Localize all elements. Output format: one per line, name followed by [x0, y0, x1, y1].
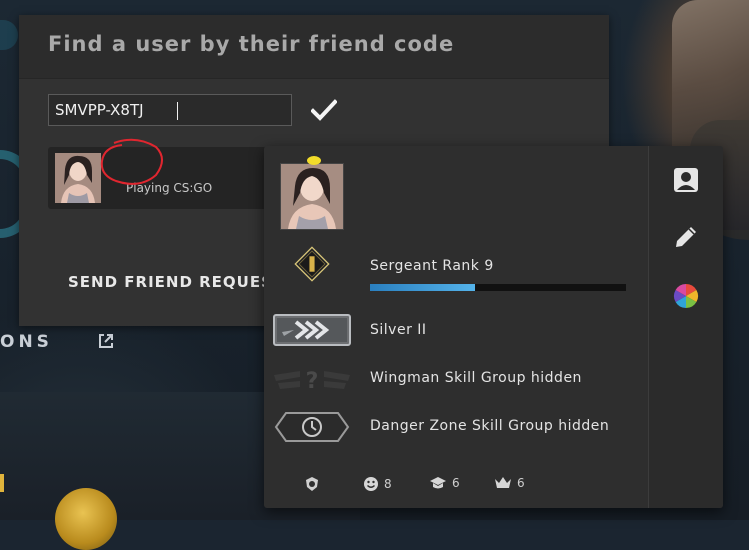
rank-progress-fill [370, 284, 475, 291]
avatar-highlight-badge [307, 156, 321, 165]
danger-zone-label: Danger Zone Skill Group hidden [370, 418, 610, 434]
commend-leader-stat[interactable]: 6 [494, 476, 525, 490]
profile-card-icon[interactable] [672, 166, 700, 194]
smiley-icon [364, 477, 378, 491]
background-section-label: ONS [0, 332, 53, 352]
background-coin-icon [55, 488, 117, 550]
color-wheel-icon[interactable] [672, 282, 700, 310]
friend-code-input[interactable] [48, 94, 292, 126]
profile-action-sidebar [648, 146, 723, 508]
rank-progress-bar [370, 284, 626, 291]
graduation-cap-icon [430, 477, 446, 489]
skill-group-label: Silver II [370, 322, 427, 338]
service-medal-icon [306, 477, 318, 491]
commend-teacher-stat[interactable]: 6 [429, 476, 460, 490]
user-result-card[interactable]: Playing CS:GO [48, 147, 278, 209]
checkmark-icon[interactable] [311, 98, 337, 122]
teacher-count: 6 [452, 476, 460, 490]
send-friend-request-button[interactable]: SEND FRIEND REQUEST [68, 273, 284, 291]
avatar [55, 153, 101, 203]
text-caret [177, 102, 178, 120]
player-profile-popup: Sergeant Rank 9 Silver II ? Wingman Skil… [264, 146, 723, 508]
profile-avatar[interactable] [280, 163, 344, 230]
silver-ii-skill-group-icon [273, 314, 351, 346]
friendly-count: 8 [384, 477, 392, 491]
service-medal-stat[interactable] [304, 476, 325, 492]
dialog-title: Find a user by their friend code [48, 32, 455, 56]
leader-count: 6 [517, 476, 525, 490]
wingman-label: Wingman Skill Group hidden [370, 370, 582, 386]
rank-label: Sergeant Rank 9 [370, 258, 494, 274]
wingman-hidden-rank-icon: ? [274, 369, 350, 394]
sergeant-rank-icon [294, 246, 330, 282]
pencil-icon[interactable] [672, 223, 700, 251]
external-link-icon[interactable] [98, 333, 114, 349]
player-status: Playing CS:GO [126, 181, 213, 195]
crown-icon [495, 477, 511, 488]
commend-friendly-stat[interactable]: 8 [363, 476, 392, 492]
svg-text:?: ? [306, 369, 319, 394]
danger-zone-rank-icon [274, 412, 350, 442]
background-yellow-tab [0, 474, 4, 492]
